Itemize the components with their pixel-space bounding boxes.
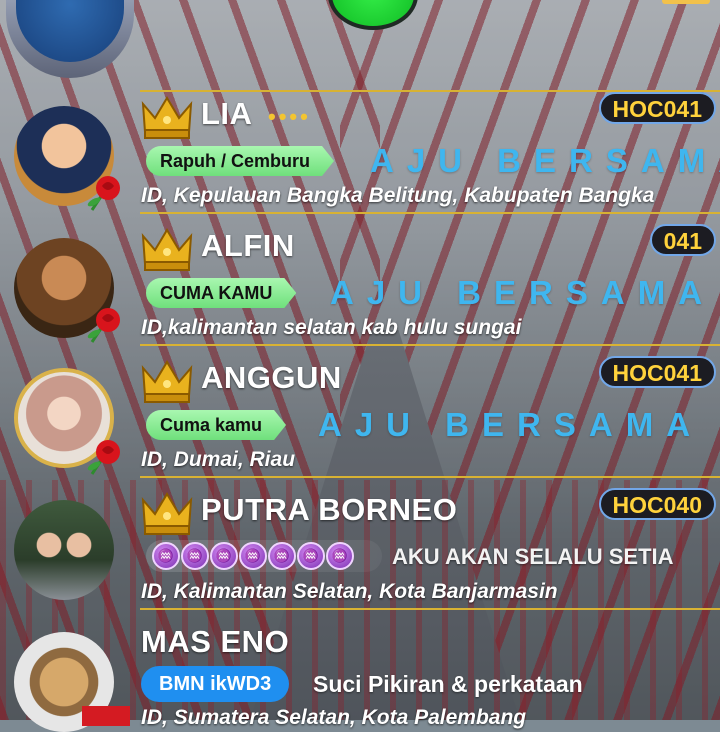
user-code-badge: HOC041 xyxy=(598,356,716,388)
id-badge: BMN ikWD3 xyxy=(141,666,290,702)
crown-icon xyxy=(141,492,193,535)
user-name: LIA xyxy=(201,96,253,131)
aquarius-icon: ♒ xyxy=(210,542,238,570)
user-code-badge: HOC040 xyxy=(598,488,716,520)
crown-icon xyxy=(141,360,193,403)
level-dots: •••• xyxy=(268,104,311,129)
crown-icon xyxy=(141,228,193,271)
red-rose-icon xyxy=(87,176,120,211)
user-location: ID,kalimantan selatan kab hulu sungai xyxy=(141,316,522,339)
top-right-tab xyxy=(662,0,710,4)
user-location: ID, Kepulauan Bangka Belitung, Kabupaten… xyxy=(141,184,655,207)
red-rose-icon xyxy=(87,440,120,475)
mood-tag: Cuma kamu xyxy=(146,410,286,440)
user-code-badge: HOC041 xyxy=(598,92,716,124)
user-name: MAS ENO xyxy=(141,624,290,659)
aquarius-icon: ♒ xyxy=(326,542,354,570)
user-location: ID, Kalimantan Selatan, Kota Banjarmasin xyxy=(141,580,558,603)
mood-tag: CUMA KAMU xyxy=(146,278,296,308)
user-avatar[interactable] xyxy=(14,500,114,600)
aquarius-icon: ♒ xyxy=(268,542,296,570)
scrolling-text: AJU BERSAMA B xyxy=(330,274,720,311)
zodiac-badges: ♒ ♒ ♒ ♒ ♒ ♒ ♒ xyxy=(152,542,354,570)
row-divider xyxy=(140,608,720,610)
aquarius-icon: ♒ xyxy=(152,542,180,570)
row-divider xyxy=(140,212,720,214)
mood-tag: Rapuh / Cemburu xyxy=(146,146,334,176)
user-location: ID, Sumatera Selatan, Kota Palembang xyxy=(141,706,527,729)
red-badge xyxy=(82,706,130,726)
user-location: ID, Dumai, Riau xyxy=(141,448,296,471)
red-rose-icon xyxy=(87,308,120,343)
row-divider xyxy=(140,344,720,346)
scrolling-text: AJU BERSAMA xyxy=(370,142,720,179)
status-text: Suci Pikiran & perkataan xyxy=(313,671,583,697)
user-name: ANGGUN xyxy=(201,360,342,395)
crown-icon xyxy=(141,96,193,139)
status-text: AKU AKAN SELALU SETIA xyxy=(392,544,674,569)
aquarius-icon: ♒ xyxy=(239,542,267,570)
user-name: PUTRA BORNEO xyxy=(201,492,458,527)
user-code-badge: 041 xyxy=(649,224,716,256)
row-divider xyxy=(140,476,720,478)
user-name: ALFIN xyxy=(201,228,295,263)
aquarius-icon: ♒ xyxy=(181,542,209,570)
scrolling-text: AJU BERSAMA BI xyxy=(318,406,720,443)
aquarius-icon: ♒ xyxy=(297,542,325,570)
